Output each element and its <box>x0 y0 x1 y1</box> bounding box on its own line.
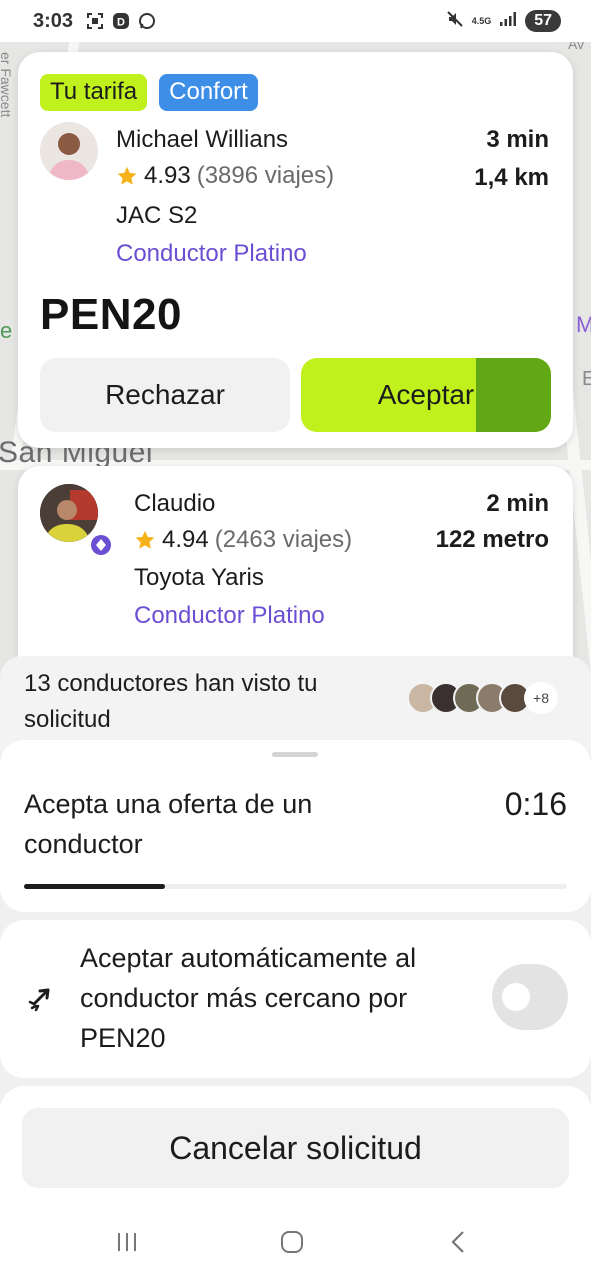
whatsapp-icon <box>137 11 157 31</box>
driver-eta: 2 min <box>486 490 549 517</box>
driver-distance: 1,4 km <box>474 164 549 191</box>
trip-count: (2463 viajes) <box>214 526 353 553</box>
bottom-sheet: Acepta una oferta de un conductor 0:16 A… <box>0 740 591 1280</box>
offer-card-primary: Tu tarifa Confort Michael Willians 4.93 … <box>18 52 573 448</box>
driver-level: Conductor Platino <box>116 240 307 267</box>
offer-price: PEN20 <box>40 290 182 339</box>
star-icon <box>135 530 155 549</box>
viewer-avatars: +8 <box>407 682 558 714</box>
rating-value: 4.93 <box>144 162 191 189</box>
signal-icon <box>499 11 517 32</box>
driver-rating: 4.93 (3896 viajes) <box>116 162 334 190</box>
auto-accept-text: Aceptar automáticamente al conductor más… <box>80 943 417 1053</box>
waiting-progress-bar <box>24 884 567 889</box>
status-bar: 3:03 D 4.5G 57 <box>0 0 591 42</box>
driver-name: Michael Willians <box>116 126 289 153</box>
toggle-knob <box>502 983 530 1011</box>
driver-distance: 122 metro <box>435 526 549 553</box>
accept-timer-progress <box>476 358 551 432</box>
car-model: Toyota Yaris <box>134 564 264 591</box>
rocket-icon <box>28 988 50 1012</box>
recent-apps-icon[interactable] <box>107 1226 147 1258</box>
waiting-title: Acepta una oferta de un conductor <box>24 789 313 859</box>
auto-accept-toggle[interactable] <box>492 964 568 1030</box>
status-time: 3:03 <box>33 9 74 32</box>
auto-accept-panel: Aceptar automáticamente al conductor más… <box>0 920 591 1078</box>
screenshot-icon <box>85 11 105 31</box>
mute-icon <box>446 10 464 33</box>
trip-count: (3896 viajes) <box>196 162 335 189</box>
rating-value: 4.94 <box>162 526 209 553</box>
system-nav-bar <box>0 1206 591 1280</box>
battery-indicator: 57 <box>525 10 561 32</box>
reject-button[interactable]: Rechazar <box>40 358 290 432</box>
accept-label: Aceptar <box>377 379 475 410</box>
sheet-drag-handle[interactable] <box>272 752 318 757</box>
accept-button[interactable]: Aceptar <box>301 358 551 432</box>
car-model: JAC S2 <box>116 202 198 229</box>
app-d-icon: D <box>111 11 131 31</box>
driver-name: Claudio <box>134 490 216 517</box>
viewers-text: 13 conductores han visto tu solicitud <box>24 670 318 733</box>
waiting-progress-fill <box>24 884 166 889</box>
waiting-panel: Acepta una oferta de un conductor 0:16 <box>0 740 591 912</box>
driver-eta: 3 min <box>486 126 549 153</box>
countdown-timer: 0:16 <box>504 786 567 822</box>
map-street-label: E <box>582 368 591 390</box>
tag-ride-class: Confort <box>159 74 258 111</box>
driver-rating: 4.94 (2463 viajes) <box>134 526 352 554</box>
map-street-label: e <box>0 318 13 343</box>
svg-text:D: D <box>117 17 125 29</box>
map-street-label: er Fawcett <box>0 52 14 118</box>
cancel-request-button[interactable]: Cancelar solicitud <box>22 1108 569 1188</box>
driver-level: Conductor Platino <box>134 602 325 629</box>
viewers-more-count: +8 <box>524 682 558 714</box>
tag-your-fare: Tu tarifa <box>40 74 148 111</box>
network-type: 4.5G <box>471 15 492 26</box>
home-icon[interactable] <box>272 1226 312 1258</box>
star-icon <box>117 166 137 185</box>
back-icon[interactable] <box>438 1226 478 1258</box>
offer-tags: Tu tarifa Confort <box>40 74 258 111</box>
map-street-label: M <box>576 312 591 337</box>
driver-avatar <box>40 122 98 180</box>
platinum-badge-icon <box>88 532 114 558</box>
